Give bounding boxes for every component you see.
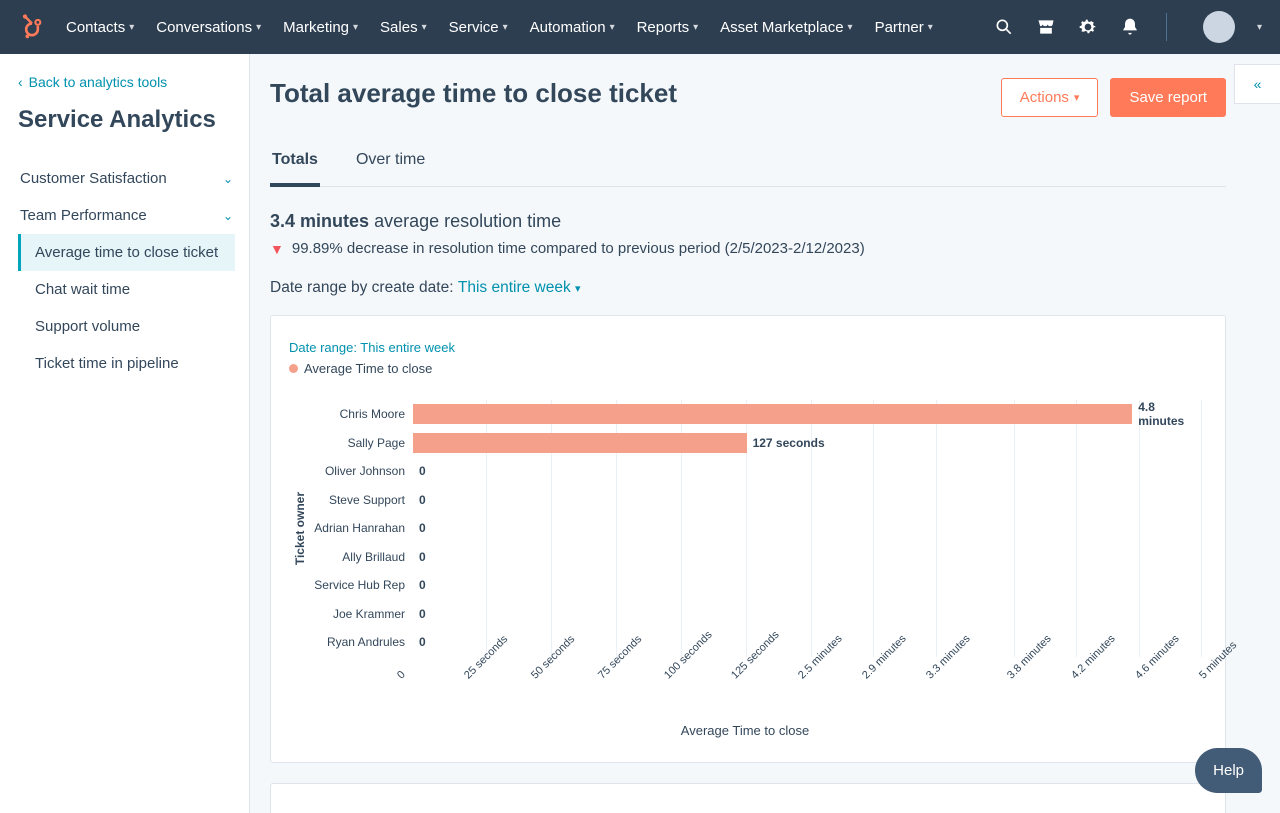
- chart-row: Service Hub Rep 0: [311, 571, 1201, 600]
- sidebar-title: Service Analytics: [18, 106, 235, 134]
- nav-partner[interactable]: Partner▾: [875, 19, 933, 36]
- summary-line: 3.4 minutes average resolution time: [270, 211, 1226, 232]
- sidebar-item-chat-wait[interactable]: Chat wait time: [18, 271, 235, 308]
- row-label: Ryan Andrules: [311, 635, 413, 649]
- date-range-picker[interactable]: This entire week ▾: [458, 279, 581, 296]
- nav-items: Contacts▾ Conversations▾ Marketing▾ Sale…: [66, 19, 994, 36]
- x-axis-label: Average Time to close: [289, 723, 1201, 738]
- nav-right: ▾: [994, 11, 1262, 43]
- chart-row: Steve Support 0: [311, 486, 1201, 515]
- back-link[interactable]: ‹ Back to analytics tools: [18, 74, 235, 90]
- row-label: Oliver Johnson: [311, 464, 413, 478]
- tabs: Totals Over time: [270, 141, 1226, 187]
- chart-row: Adrian Hanrahan 0: [311, 514, 1201, 543]
- row-label: Joe Krammer: [311, 607, 413, 621]
- row-label: Steve Support: [311, 493, 413, 507]
- notifications-bell-icon[interactable]: [1120, 17, 1140, 37]
- search-icon[interactable]: [994, 17, 1014, 37]
- sidebar-subitems: Average time to close ticket Chat wait t…: [18, 234, 235, 382]
- nav-marketing[interactable]: Marketing▾: [283, 19, 358, 36]
- bar-value: 0: [419, 550, 426, 564]
- chart-subtitle: Date range: This entire week: [289, 340, 1201, 355]
- chevron-double-left-icon: «: [1254, 76, 1262, 92]
- bar-value: 0: [419, 493, 426, 507]
- chart-legend: Average Time to close: [289, 361, 1201, 376]
- row-label: Sally Page: [311, 436, 413, 450]
- marketplace-icon[interactable]: [1036, 17, 1056, 37]
- hubspot-logo-icon[interactable]: [18, 13, 46, 41]
- sidebar-item-avg-time-close[interactable]: Average time to close ticket: [18, 234, 235, 271]
- chart-card-next: [270, 783, 1226, 813]
- decrease-triangle-icon: ▼: [270, 241, 284, 257]
- bar[interactable]: [413, 404, 1132, 424]
- chevron-down-icon: ▾: [1074, 91, 1080, 104]
- chart-row: Oliver Johnson 0: [311, 457, 1201, 486]
- page-title: Total average time to close ticket: [270, 78, 677, 109]
- help-button[interactable]: Help: [1195, 748, 1262, 793]
- chevron-down-icon: ⌄: [223, 209, 233, 223]
- nav-automation[interactable]: Automation▾: [530, 19, 615, 36]
- main-content: Total average time to close ticket Actio…: [250, 54, 1280, 813]
- chevron-down-icon: ▾: [422, 22, 427, 33]
- chevron-down-icon[interactable]: ▾: [1257, 22, 1262, 33]
- bar[interactable]: [413, 433, 747, 453]
- nav-conversations[interactable]: Conversations▾: [156, 19, 261, 36]
- chart-rows: Chris Moore 4.8 minutes Sally Page 127 seco…: [311, 400, 1201, 657]
- divider: [1166, 13, 1167, 41]
- top-nav: Contacts▾ Conversations▾ Marketing▾ Sale…: [0, 0, 1280, 54]
- bar-value: 0: [419, 635, 426, 649]
- chart-card: Date range: This entire week Average Tim…: [270, 315, 1226, 763]
- chart-row: Chris Moore 4.8 minutes: [311, 400, 1201, 429]
- nav-sales[interactable]: Sales▾: [380, 19, 427, 36]
- legend-dot-icon: [289, 364, 298, 373]
- save-report-button[interactable]: Save report: [1110, 78, 1226, 117]
- sidebar: ‹ Back to analytics tools Service Analyt…: [0, 54, 250, 813]
- row-label: Ally Brillaud: [311, 550, 413, 564]
- chevron-down-icon: ▾: [575, 283, 581, 295]
- chevron-down-icon: ▾: [256, 22, 261, 33]
- user-avatar[interactable]: [1203, 11, 1235, 43]
- chart-row: Ally Brillaud 0: [311, 543, 1201, 572]
- chart-row: Joe Krammer 0: [311, 600, 1201, 629]
- chevron-left-icon: ‹: [18, 74, 23, 90]
- chevron-down-icon: ▾: [693, 22, 698, 33]
- chevron-down-icon: ▾: [129, 22, 134, 33]
- x-tick: 5 minutes: [1197, 639, 1239, 681]
- actions-button[interactable]: Actions▾: [1001, 78, 1099, 117]
- chevron-down-icon: ▾: [353, 22, 358, 33]
- chevron-down-icon: ⌄: [223, 172, 233, 186]
- row-label: Adrian Hanrahan: [311, 521, 413, 535]
- tab-totals[interactable]: Totals: [270, 141, 320, 187]
- sidebar-section-team-performance[interactable]: Team Performance ⌄: [18, 197, 235, 234]
- chevron-down-icon: ▾: [928, 22, 933, 33]
- chart: Ticket owner Chris Moore4.8 minutesSally…: [289, 400, 1201, 657]
- chart-row: Sally Page 127 seconds: [311, 429, 1201, 458]
- x-axis-ticks: 025 seconds50 seconds75 seconds100 secon…: [399, 663, 1201, 719]
- bar-value: 0: [419, 521, 426, 535]
- row-label: Service Hub Rep: [311, 578, 413, 592]
- nav-contacts[interactable]: Contacts▾: [66, 19, 134, 36]
- bar-value: 0: [419, 464, 426, 478]
- bar-value: 0: [419, 607, 426, 621]
- bar-value: 127 seconds: [753, 436, 825, 450]
- summary-delta: ▼ 99.89% decrease in resolution time com…: [270, 240, 1226, 257]
- sidebar-section-customer-satisfaction[interactable]: Customer Satisfaction ⌄: [18, 160, 235, 197]
- chevron-down-icon: ▾: [503, 22, 508, 33]
- sidebar-item-support-volume[interactable]: Support volume: [18, 308, 235, 345]
- y-axis-label: Ticket owner: [289, 492, 311, 565]
- bar-value: 0: [419, 578, 426, 592]
- chevron-down-icon: ▾: [610, 22, 615, 33]
- settings-gear-icon[interactable]: [1078, 17, 1098, 37]
- nav-asset-marketplace[interactable]: Asset Marketplace▾: [720, 19, 852, 36]
- date-range-row: Date range by create date: This entire w…: [270, 279, 1226, 297]
- tab-over-time[interactable]: Over time: [354, 141, 427, 187]
- x-tick: 0: [395, 668, 408, 681]
- bar-value: 4.8 minutes: [1138, 400, 1201, 428]
- chevron-down-icon: ▾: [848, 22, 853, 33]
- sidebar-item-ticket-pipeline[interactable]: Ticket time in pipeline: [18, 345, 235, 382]
- nav-service[interactable]: Service▾: [449, 19, 508, 36]
- row-label: Chris Moore: [311, 407, 413, 421]
- collapse-panel-button[interactable]: «: [1234, 64, 1280, 104]
- nav-reports[interactable]: Reports▾: [637, 19, 699, 36]
